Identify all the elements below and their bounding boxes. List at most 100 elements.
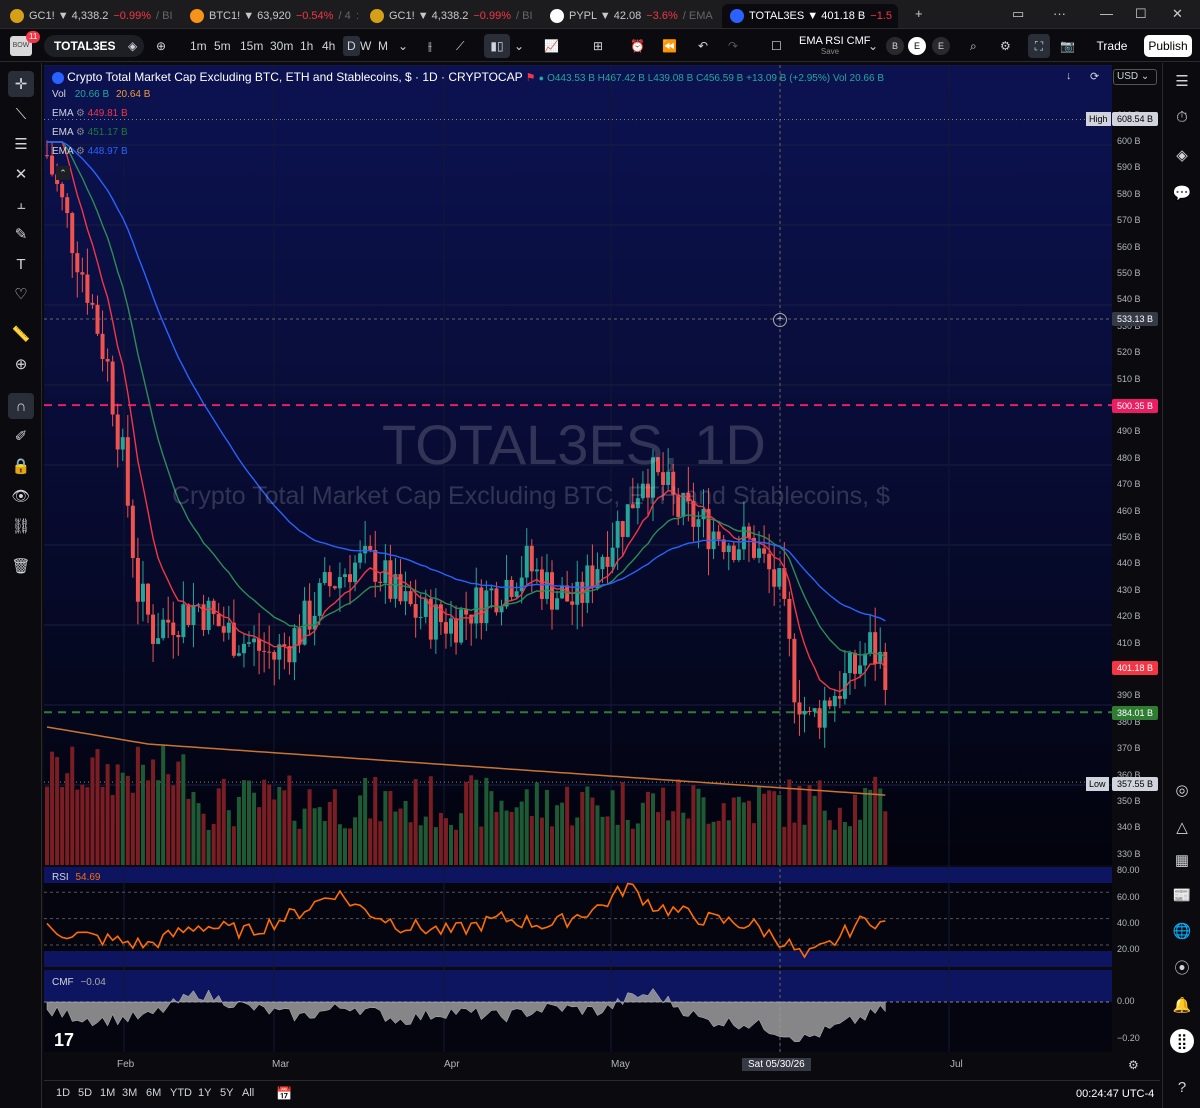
- interval-1h[interactable]: 1h: [300, 36, 313, 56]
- compare-add-icon[interactable]: ⊕: [156, 36, 166, 56]
- currency-select[interactable]: USD ⌄: [1113, 69, 1157, 85]
- notifications-icon[interactable]: 🔔: [1170, 993, 1194, 1017]
- lock-icon[interactable]: 🔒: [8, 453, 34, 479]
- chart-settings-icon[interactable]: ⚙: [1128, 1058, 1139, 1072]
- browser-tab-4[interactable]: TOTAL3ES ▼ 401.18 B−1.5✕: [722, 4, 898, 28]
- reset-icon[interactable]: ⟳: [1090, 70, 1099, 83]
- line-chart-icon[interactable]: ⟋: [456, 36, 464, 56]
- interval-dropdown-icon[interactable]: ⌄: [398, 36, 408, 56]
- bar-style-icon[interactable]: ⫲: [428, 36, 432, 56]
- more-icon[interactable]: ···: [1053, 6, 1066, 21]
- chart-type-dropdown-icon[interactable]: ⌄: [514, 36, 524, 56]
- trade-button[interactable]: Trade: [1092, 36, 1132, 56]
- heart-icon[interactable]: ♡: [8, 281, 34, 307]
- ema-settings-icon[interactable]: ⚙: [76, 127, 85, 138]
- pen-lock-icon[interactable]: ✐: [8, 423, 34, 449]
- volume-bar: [651, 793, 655, 865]
- range-1M[interactable]: 1M: [100, 1087, 115, 1099]
- volume-bar: [75, 789, 80, 865]
- fib-icon[interactable]: ☰: [8, 131, 34, 157]
- screenshot-icon[interactable]: 📷: [1060, 36, 1075, 56]
- interval-W[interactable]: W: [360, 36, 371, 56]
- close-icon[interactable]: ✕: [1172, 6, 1183, 22]
- collapse-legend-icon[interactable]: ⌃: [56, 166, 70, 180]
- alert-icon[interactable]: ⏰: [630, 36, 645, 56]
- indicators-icon[interactable]: 📈: [544, 36, 559, 56]
- ruler-icon[interactable]: 📏: [8, 321, 34, 347]
- prediction-icon[interactable]: ⫠: [8, 191, 34, 217]
- minimize-icon[interactable]: —: [1100, 6, 1113, 21]
- layout-checkbox-icon[interactable]: ☐: [771, 36, 782, 56]
- maximize-icon[interactable]: ☐: [1135, 6, 1147, 22]
- pattern-icon[interactable]: ✕: [8, 161, 34, 187]
- tab-close-icon[interactable]: ✕: [356, 10, 358, 23]
- interval-30m[interactable]: 30m: [270, 36, 293, 56]
- chart-canvas[interactable]: [44, 65, 1160, 1077]
- redo-icon[interactable]: ↷: [728, 36, 738, 56]
- watchlist-icon[interactable]: ☰: [1170, 69, 1194, 93]
- template-selector[interactable]: EMA RSI CMF Save: [799, 35, 871, 59]
- browser-tab-0[interactable]: GC1! ▼ 4,338.2−0.99%/ BI✕: [2, 4, 178, 28]
- crosshair-icon[interactable]: ✛: [8, 71, 34, 97]
- magnet-icon[interactable]: ∩: [8, 393, 34, 419]
- news-icon[interactable]: 📰: [1170, 883, 1194, 907]
- e-button[interactable]: E: [932, 37, 950, 55]
- globe-icon[interactable]: 🌐: [1170, 919, 1194, 943]
- range-3M[interactable]: 3M: [122, 1087, 137, 1099]
- range-All[interactable]: All: [242, 1087, 254, 1099]
- calendar-icon[interactable]: ▦: [1170, 848, 1194, 872]
- interval-4h[interactable]: 4h: [322, 36, 335, 56]
- publish-button[interactable]: Publish: [1144, 35, 1192, 57]
- search-icon[interactable]: ⌕: [970, 36, 977, 56]
- flag-icon[interactable]: ⚑: [526, 72, 536, 84]
- range-6M[interactable]: 6M: [146, 1087, 161, 1099]
- alerts-clock-icon[interactable]: ⏱: [1170, 105, 1194, 129]
- range-YTD[interactable]: YTD: [170, 1087, 192, 1099]
- interval-5m[interactable]: 5m: [214, 36, 231, 56]
- e-button-active[interactable]: E: [908, 37, 926, 55]
- link-icon[interactable]: ⛓: [8, 513, 34, 539]
- interval-D[interactable]: D: [343, 36, 360, 56]
- clock[interactable]: 00:24:47 UTC-4: [1076, 1088, 1154, 1100]
- scroll-down-icon[interactable]: ↓: [1066, 70, 1072, 82]
- ema-settings-icon[interactable]: ⚙: [76, 108, 85, 119]
- zoom-icon[interactable]: ⊕: [8, 351, 34, 377]
- template-dropdown-icon[interactable]: ⌄: [868, 36, 878, 56]
- browser-tab-3[interactable]: PYPL ▼ 42.08−3.6%/ EMA✕: [542, 4, 718, 28]
- new-tab-icon[interactable]: +: [915, 6, 923, 21]
- b-button[interactable]: B: [886, 37, 904, 55]
- ideas-icon[interactable]: △: [1170, 815, 1194, 839]
- fullscreen-icon[interactable]: ⛶: [1028, 34, 1050, 58]
- range-5D[interactable]: 5D: [78, 1087, 92, 1099]
- crosshair-plus-icon[interactable]: +: [773, 313, 787, 327]
- trash-icon[interactable]: 🗑: [8, 553, 34, 579]
- undo-icon[interactable]: ↶: [698, 36, 708, 56]
- symbol-info-icon[interactable]: ◈: [128, 36, 137, 56]
- replay-icon[interactable]: ⏪: [662, 36, 677, 56]
- help-icon[interactable]: ?: [1170, 1075, 1194, 1099]
- text-icon[interactable]: T: [8, 251, 34, 277]
- settings-icon[interactable]: ⚙: [1000, 36, 1011, 56]
- interval-1m[interactable]: 1m: [190, 36, 207, 56]
- interval-M[interactable]: M: [378, 36, 388, 56]
- interval-15m[interactable]: 15m: [240, 36, 263, 56]
- range-5Y[interactable]: 5Y: [220, 1087, 233, 1099]
- layers-icon[interactable]: ◈: [1170, 143, 1194, 167]
- browser-tab-1[interactable]: BTC1! ▼ 63,920 −0.54% / 4 ✕: [182, 4, 358, 28]
- ema-settings-icon[interactable]: ⚙: [76, 146, 85, 157]
- templates-icon[interactable]: ⊞: [593, 36, 603, 56]
- chart-pane[interactable]: [44, 65, 1160, 1077]
- apps-icon[interactable]: ⣿: [1170, 1029, 1194, 1053]
- goto-date-icon[interactable]: 📅: [276, 1086, 292, 1102]
- stream-icon[interactable]: ⦿: [1170, 955, 1194, 979]
- range-1D[interactable]: 1D: [56, 1087, 70, 1099]
- brush-icon[interactable]: ✎: [8, 221, 34, 247]
- range-1Y[interactable]: 1Y: [198, 1087, 211, 1099]
- trend-line-icon[interactable]: ⟍: [8, 101, 34, 127]
- candles-icon[interactable]: ▮▯: [484, 34, 510, 58]
- chat-icon[interactable]: 💬: [1170, 181, 1194, 205]
- eye-icon[interactable]: 👁: [8, 483, 34, 509]
- layout-icon[interactable]: ▭: [1012, 6, 1024, 22]
- browser-tab-2[interactable]: GC1! ▼ 4,338.2−0.99%/ BI✕: [362, 4, 538, 28]
- compass-icon[interactable]: ◎: [1170, 778, 1194, 802]
